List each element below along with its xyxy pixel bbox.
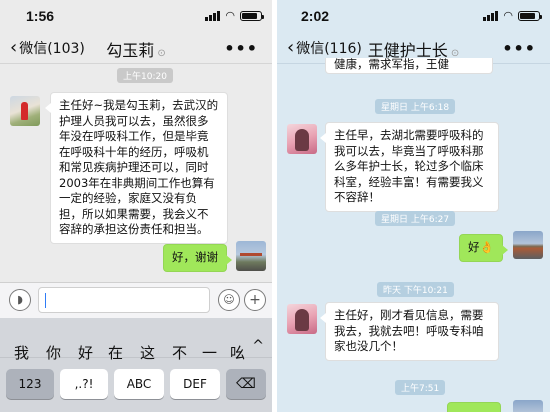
message-bubble-incoming[interactable]: 主任好~我是勾玉莉，去武汉的护理人员我可以去，虽然很多年没在呼吸科工作，但是毕竟… [45,92,228,244]
status-time: 2:02 [301,8,330,24]
message-timestamp: 星期日 上午6:18 [375,99,456,114]
contact-avatar[interactable] [287,304,317,334]
key-punctuation[interactable]: ,.?! [60,369,108,399]
expand-candidates-button[interactable]: ^ [252,338,264,354]
status-time: 1:56 [26,8,55,24]
battery-icon [518,10,542,21]
wifi-icon: ◠ [225,9,235,22]
candidate-bar: 我 你 好 在 这 不 一 吆 ^ [0,318,272,362]
battery-icon [240,10,264,21]
contact-name: 勾玉莉 [106,41,155,60]
message-bubble-incoming[interactable]: 主任早，去湖北需要呼吸科的我可以去，毕竟当了呼吸科那么多年护士长，轮过多个临床科… [320,122,499,212]
message-timestamp: 上午10:20 [117,68,173,83]
candidate-word[interactable]: 好 [78,342,93,363]
my-avatar[interactable] [513,400,543,412]
backspace-key[interactable]: ⌫ [226,369,266,399]
candidate-word[interactable]: 在 [108,342,123,363]
right-phone-screen: 2:02 ◠ ‹ 微信(116) 王健护士长 ⊙ ••• 健康，需求军指，王健 星… [277,0,550,412]
candidate-word[interactable]: 我 [14,342,29,363]
input-bar: ◗ ☺ + [0,282,272,318]
emoji-button[interactable]: ☺ [218,289,240,311]
status-icons: ◠ [483,9,542,22]
left-phone-screen: 1:56 ◠ ‹ 微信(103) 勾玉莉 ⊙ ••• 上午10:20 主任好~我是… [0,0,272,412]
status-bar: 1:56 ◠ [0,0,272,30]
candidate-word[interactable]: 吆 [230,342,245,363]
my-avatar[interactable] [513,231,543,259]
signal-icon [483,10,499,21]
key-123[interactable]: 123 [6,369,54,399]
message-bubble-partial[interactable]: 健康，需求军指，王健 [325,58,493,74]
message-timestamp: 上午7:51 [395,380,446,395]
wifi-icon: ◠ [503,9,513,22]
ear-icon: ⊙ [157,48,166,59]
more-menu-button[interactable]: ••• [224,39,258,58]
key-abc[interactable]: ABC [114,369,164,399]
message-timestamp: 星期日 上午6:27 [375,211,456,226]
candidate-word[interactable]: 这 [140,342,155,363]
signal-icon [205,10,221,21]
message-input[interactable] [38,287,210,313]
add-more-button[interactable]: + [244,289,266,311]
more-menu-button[interactable]: ••• [502,39,536,58]
message-bubble-outgoing[interactable]: 好👌 [459,234,508,262]
voice-input-button[interactable]: ◗ [9,289,31,311]
chat-header: ‹ 微信(103) 勾玉莉 ⊙ ••• [0,30,272,64]
text-caret [45,293,46,308]
candidate-word[interactable]: 一 [202,342,217,363]
message-timestamp: 昨天 下午10:21 [377,282,454,297]
contact-avatar[interactable] [287,124,317,154]
status-icons: ◠ [205,9,264,22]
my-avatar[interactable] [236,241,266,271]
message-bubble-incoming[interactable]: 主任好，刚才看见信息，需要我去，我就去吧！呼吸专科咱家也没几个！ [320,302,499,361]
key-def[interactable]: DEF [170,369,220,399]
keyboard: 我 你 好 在 这 不 一 吆 ^ 123 ,.?! ABC DEF ⌫ [0,318,272,412]
candidate-word[interactable]: 你 [46,342,61,363]
message-bubble-outgoing[interactable]: 好，谢谢 [163,244,232,272]
message-bubble-outgoing-partial[interactable] [447,402,501,412]
contact-avatar[interactable] [10,96,40,126]
candidate-word[interactable]: 不 [172,342,187,363]
status-bar: 2:02 ◠ [277,0,550,30]
